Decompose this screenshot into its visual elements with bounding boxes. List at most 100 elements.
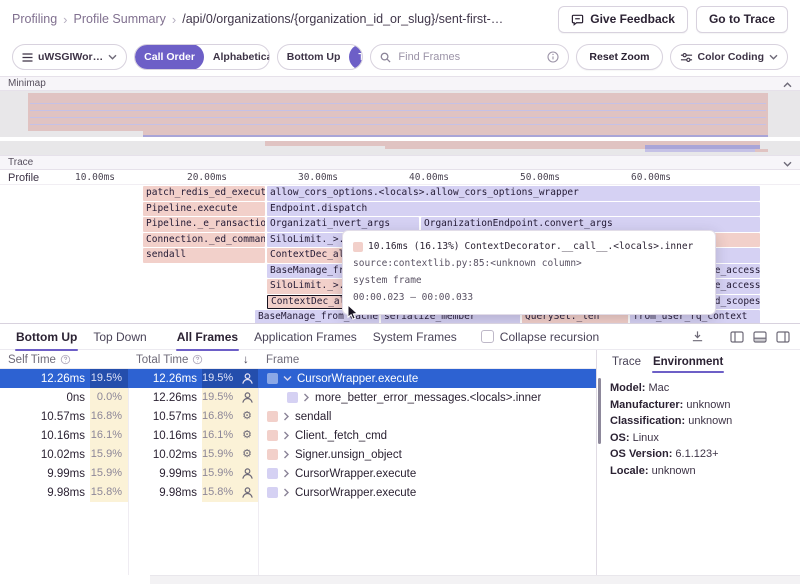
frame-table-row[interactable]: 9.99ms15.9%9.99ms15.9%CursorWrapper.exec… [0,464,596,483]
time-tick: 50.00ms [520,172,560,183]
minimap-canvas[interactable] [0,91,800,155]
tooltip-source: source:contextlib.py:85:<unknown column> [353,255,705,272]
self-time-header[interactable]: Self Time [8,350,71,369]
color-coding-dropdown[interactable]: Color Coding [670,44,789,70]
self-time-value: 9.98ms [0,487,90,499]
total-time-value: 10.57ms [128,411,202,423]
tab-bottom-up[interactable]: Bottom Up [8,324,85,350]
direction-segmented-control: Bottom UpTop Down [277,44,364,70]
give-feedback-label: Give Feedback [590,12,675,26]
chevron-right-icon[interactable] [283,488,290,497]
flame-frame[interactable]: allow_cors_options.<locals>.allow_cors_o… [267,186,760,201]
frame-table-row[interactable]: 12.26ms19.5%12.26ms19.5%CursorWrapper.ex… [0,369,596,388]
breadcrumb-item--api-0-organizations[interactable]: /api/0/organizations/{organization_id_or… [182,12,503,26]
tab-application-frames[interactable]: Application Frames [246,324,365,350]
direction-option-top-down[interactable]: Top Down [349,44,363,70]
flamegraph-canvas[interactable]: 10.16ms (16.13%) ContextDecorator.__call… [0,185,800,323]
flame-frame[interactable] [712,248,760,263]
env-field-value: 6.1.123+ [675,448,718,460]
frame-table: Self Time Total Time ↓ Frame 12.26ms19.5… [0,350,597,584]
scrollbar-thumb[interactable] [598,378,601,444]
info-icon [547,51,559,63]
frame-table-row[interactable]: 10.16ms16.1%10.16ms16.1%⚙Client._fetch_c… [0,426,596,445]
sort-option-call-order[interactable]: Call Order [135,44,204,70]
chevron-up-icon[interactable] [783,80,792,91]
env-field-locale: Locale: unknown [610,463,788,480]
env-field-label: OS Version: [610,448,675,460]
breadcrumb: Profiling›Profile Summary›/api/0/organiz… [12,12,550,27]
tab-all-frames[interactable]: All Frames [169,324,246,350]
flame-frame[interactable]: patch_redis_ed_execute [143,186,265,201]
flame-frame[interactable]: Pipeline.execute [143,202,265,217]
frame-name-cell: Client._fetch_cmd [258,430,596,442]
tab-top-down[interactable]: Top Down [85,324,154,350]
flame-frame[interactable]: sendall [143,248,265,263]
flame-frame[interactable] [712,233,760,248]
flame-frame[interactable]: BaseManage_from_c [267,264,345,279]
download-icon[interactable] [691,330,704,343]
reset-zoom-button[interactable]: Reset Zoom [576,44,662,70]
total-time-percent: 19.5% [202,369,236,388]
frame-tooltip: 10.16ms (16.13%) ContextDecorator.__call… [342,230,716,315]
direction-option-bottom-up[interactable]: Bottom Up [278,44,350,70]
frame-name: more_better_error_messages.<locals>.inne… [315,392,541,404]
env-field-label: Classification: [610,415,688,427]
chevron-right-icon[interactable] [283,431,290,440]
go-to-trace-button[interactable]: Go to Trace [696,6,788,33]
collapse-recursion-checkbox[interactable]: Collapse recursion [481,330,599,344]
frame-table-row[interactable]: 0ns0.0%12.26ms19.5%more_better_error_mes… [0,388,596,407]
flame-frame[interactable]: SiloLimit._>.over [267,279,345,294]
chevron-down-icon[interactable] [283,375,292,382]
hamburger-icon [22,53,33,62]
self-time-percent: 16.1% [90,426,128,445]
question-icon [192,354,203,365]
chevron-right-icon[interactable] [283,450,290,459]
frame-color-swatch [267,468,278,479]
total-time-header[interactable]: Total Time [136,350,203,369]
breadcrumb-item-profiling[interactable]: Profiling [12,12,57,26]
view-tabs: Bottom UpTop Down [8,324,155,350]
layout-left-icon[interactable] [730,331,744,343]
flame-frame[interactable]: Endpoint.dispatch [267,202,760,217]
frame-color-swatch [287,392,298,403]
reset-zoom-label: Reset Zoom [589,51,649,63]
env-field-model: Model: Mac [610,380,788,397]
chevron-right-icon[interactable] [283,469,290,478]
self-time-value: 0ns [0,392,90,404]
flame-frame[interactable]: Connection._ed_command [143,233,265,248]
self-time-value: 10.57ms [0,411,90,423]
frame-table-row[interactable]: 10.02ms15.9%10.02ms15.9%⚙Signer.unsign_o… [0,445,596,464]
sort-direction-icon[interactable]: ↓ [243,350,249,369]
env-field-label: Locale: [610,465,652,477]
frame-table-row[interactable]: 9.98ms15.8%9.98ms15.8%CursorWrapper.exec… [0,483,596,502]
total-time-value: 10.02ms [128,449,202,461]
thread-selector-dropdown[interactable]: uWSGIWor… [12,44,127,70]
find-frames-input[interactable] [396,50,542,64]
total-time-value: 12.26ms [128,392,202,404]
details-tabs: TraceEnvironment [598,350,800,373]
self-time-percent: 15.9% [90,464,128,483]
sort-option-alphabetical[interactable]: Alphabetical [204,44,270,70]
horizontal-scrollbar[interactable] [150,575,800,584]
layout-right-icon[interactable] [776,331,790,343]
frame-table-row[interactable]: 10.57ms16.8%10.57ms16.8%⚙sendall [0,407,596,426]
details-tab-environment[interactable]: Environment [647,350,729,373]
flame-frame[interactable]: SiloLimit._>.over [267,233,345,248]
chevron-right-icon[interactable] [283,412,290,421]
sliders-icon [680,52,693,63]
self-time-percent: 19.5% [90,369,128,388]
tab-system-frames[interactable]: System Frames [365,324,465,350]
checkbox-box[interactable] [481,330,494,343]
details-tab-trace[interactable]: Trace [606,350,647,373]
frame-name-cell: more_better_error_messages.<locals>.inne… [258,392,596,404]
flame-frame[interactable]: ContextDec_als>.i [267,248,345,263]
find-frames-search [370,44,569,70]
flame-frame[interactable]: Pipeline._e_ransaction [143,217,265,232]
chevron-right-icon[interactable] [303,393,310,402]
system-frame-icon: ⚙ [236,426,258,445]
chevron-down-icon[interactable] [783,159,792,170]
layout-bottom-icon[interactable] [753,331,767,343]
breadcrumb-item-profile-summary[interactable]: Profile Summary [74,12,166,26]
frame-name-cell: sendall [258,411,596,423]
give-feedback-button[interactable]: Give Feedback [558,6,688,33]
